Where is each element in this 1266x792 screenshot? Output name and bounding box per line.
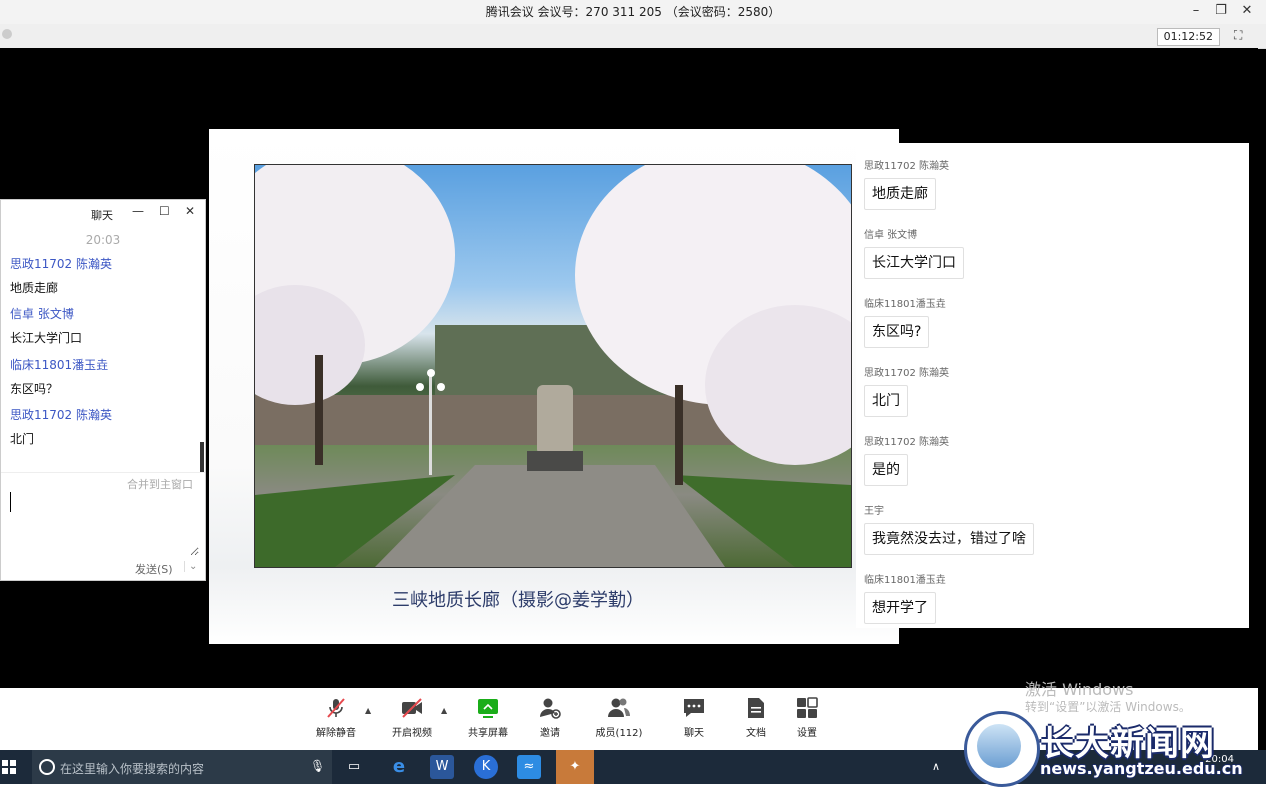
- chat-sender: 信卓 张文博: [10, 307, 74, 321]
- status-icon: [2, 29, 12, 39]
- start-video-button[interactable]: 开启视频: [382, 696, 442, 739]
- invite-button[interactable]: 邀请: [520, 696, 580, 739]
- restore-icon[interactable]: ❐: [1211, 2, 1231, 20]
- divider: [1, 472, 205, 473]
- caret-up-icon[interactable]: ▲: [441, 706, 447, 715]
- members-label: 成员(112): [595, 728, 643, 739]
- edge-browser-icon[interactable]: e: [387, 755, 411, 779]
- watermark-url: news.yangtzeu.edu.cn: [1040, 759, 1243, 778]
- chat-message: 北门: [10, 432, 35, 446]
- search-placeholder: 在这里输入你要搜索的内容: [60, 762, 205, 776]
- window-title: 腾讯会议 会议号：270 311 205 （会议密码：2580）: [485, 5, 781, 19]
- chat-bubble: 我竟然没去过，错过了啥: [864, 523, 1034, 555]
- members-icon: [608, 698, 630, 717]
- chat-sender: 临床11801潘玉垚: [10, 358, 109, 372]
- merge-to-main-link[interactable]: 合并到主窗口: [127, 476, 193, 492]
- title-bar: 腾讯会议 会议号：270 311 205 （会议密码：2580） – ❐ ✕: [0, 0, 1266, 24]
- chat-sender: 临床11801潘玉垚: [864, 575, 946, 586]
- invite-label: 邀请: [540, 728, 560, 739]
- chat-message: 东区吗？: [10, 382, 59, 396]
- word-icon[interactable]: W: [430, 755, 454, 779]
- chat-panel: 思政11702 陈瀚英 地质走廊 信卓 张文博 长江大学门口 临床11801潘玉…: [856, 143, 1249, 628]
- meeting-info-bar: 01:12:52 ⛶: [0, 24, 1266, 49]
- chat-bubble: 东区吗?: [864, 316, 930, 348]
- chat-sender: 王宇: [864, 506, 884, 517]
- watermark-title: 长大新闻网: [1040, 724, 1215, 764]
- chevron-down-icon[interactable]: ⌄: [184, 561, 197, 572]
- chat-timestamp: 20:03: [85, 233, 121, 247]
- activation-notice-text: 转到“设置”以激活 Windows。: [1025, 700, 1191, 714]
- settings-label: 设置: [797, 728, 817, 739]
- slide-caption: 三峡地质长廊（摄影@姜学勤）: [392, 590, 644, 611]
- settings-icon: [797, 697, 818, 718]
- activation-notice-title: 激活 Windows: [1025, 680, 1134, 699]
- minimize-icon[interactable]: –: [1186, 2, 1206, 20]
- microphone-icon[interactable]: 🎙: [310, 759, 325, 773]
- settings-button[interactable]: 设置: [777, 696, 837, 739]
- chat-bubble: 长江大学门口: [864, 247, 964, 279]
- chat-sender: 思政11702 陈瀚英: [10, 257, 112, 271]
- chat-bubble: 北门: [864, 385, 908, 417]
- caret-up-icon[interactable]: ▲: [365, 706, 371, 715]
- chat-sender: 信卓 张文博: [864, 230, 918, 241]
- chat-message: 长江大学门口: [10, 331, 83, 345]
- chat-bubble: 地质走廊: [864, 178, 936, 210]
- chat-window-title: 聊天: [91, 209, 113, 222]
- university-seal-logo: [964, 711, 1040, 787]
- chat-sender: 思政11702 陈瀚英: [864, 437, 949, 448]
- chat-sender: 思政11702 陈瀚英: [864, 161, 949, 172]
- share-screen-icon: [478, 699, 498, 718]
- app-k-icon[interactable]: K: [474, 755, 498, 779]
- text-caret: [10, 492, 11, 512]
- chat-sender: 临床11801潘玉垚: [864, 299, 946, 310]
- chat-icon: [684, 699, 704, 717]
- meeting-timer: 01:12:52: [1156, 28, 1220, 46]
- video-off-icon: [402, 698, 422, 718]
- share-screen-label: 共享屏幕: [468, 728, 508, 739]
- task-view-icon[interactable]: ▭: [342, 755, 366, 779]
- fullscreen-icon[interactable]: ⛶: [1234, 28, 1248, 42]
- close-icon[interactable]: ✕: [185, 204, 195, 218]
- chat-button[interactable]: 聊天: [664, 696, 724, 739]
- chat-window: 聊天 — ☐ ✕ 20:03 思政11702 陈瀚英 地质走廊 信卓 张文博 长…: [0, 199, 206, 581]
- minimize-icon[interactable]: —: [132, 204, 144, 218]
- bottom-edge: [0, 784, 1266, 792]
- invite-icon: [540, 698, 561, 719]
- mic-muted-icon: [327, 698, 345, 718]
- chat-label: 聊天: [684, 728, 704, 739]
- campus-photo: [254, 164, 852, 568]
- chat-sender: 思政11702 陈瀚英: [864, 368, 949, 379]
- close-icon[interactable]: ✕: [1237, 2, 1257, 20]
- chat-bubble: 想开学了: [864, 592, 936, 624]
- active-app-icon[interactable]: ✦: [556, 750, 594, 784]
- taskbar-search-box[interactable]: 在这里输入你要搜索的内容 🎙: [32, 750, 332, 784]
- unmute-button[interactable]: 解除静音: [306, 696, 366, 739]
- chat-message: 地质走廊: [10, 281, 59, 295]
- send-button[interactable]: 发送(S): [135, 561, 173, 577]
- chat-input[interactable]: [9, 492, 199, 556]
- members-button[interactable]: 成员(112): [589, 696, 649, 739]
- tencent-meeting-icon[interactable]: ≈: [517, 755, 541, 779]
- scrollbar[interactable]: [200, 442, 204, 472]
- unmute-label: 解除静音: [316, 728, 356, 739]
- chat-bubble: 是的: [864, 454, 908, 486]
- start-video-label: 开启视频: [392, 728, 432, 739]
- windows-start-icon[interactable]: [2, 760, 16, 774]
- tray-chevron-icon[interactable]: ∧: [932, 760, 940, 773]
- document-icon: [748, 698, 764, 718]
- maximize-icon[interactable]: ☐: [159, 204, 170, 218]
- share-screen-button[interactable]: 共享屏幕: [458, 696, 518, 739]
- cortana-icon: [39, 759, 55, 775]
- cherry-blossom-scene: [255, 165, 851, 567]
- chat-sender: 思政11702 陈瀚英: [10, 408, 112, 422]
